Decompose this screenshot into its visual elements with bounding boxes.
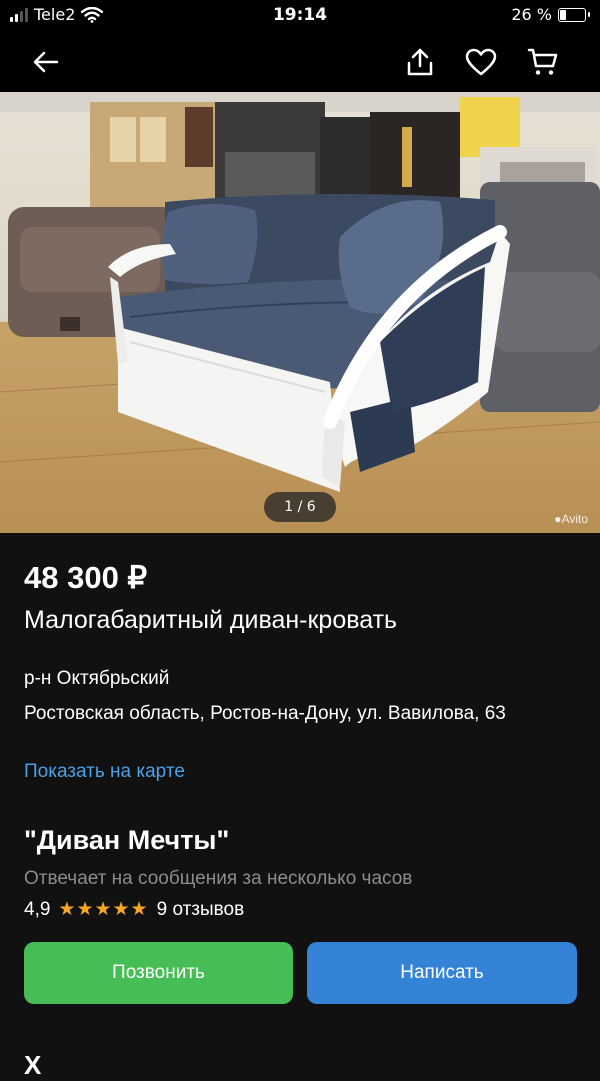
share-button[interactable]	[400, 42, 440, 82]
rating-stars-icon: ★★★★★	[58, 899, 149, 920]
watermark-dot-icon: ●	[554, 512, 562, 526]
status-time: 19:14	[272, 5, 328, 25]
arrow-left-icon	[33, 51, 59, 73]
status-right: 26 %	[511, 5, 590, 24]
share-icon	[407, 48, 433, 76]
seller-response-time: Отвечает на сообщения за несколько часов	[24, 868, 413, 889]
avito-watermark: ●Avito	[554, 512, 588, 526]
favorite-button[interactable]	[461, 42, 501, 82]
top-nav	[0, 34, 600, 92]
listing-address: Ростовская область, Ростов-на-Дону, ул. …	[24, 703, 506, 724]
cart-icon	[527, 48, 558, 75]
listing-photo[interactable]	[0, 92, 600, 533]
watermark-text: Avito	[561, 512, 588, 526]
reviews-count: 9 отзывов	[156, 898, 245, 920]
photo-counter: 1 / 6	[264, 492, 336, 522]
sofa-photo-illustration	[0, 92, 600, 533]
listing-district: р-н Октябрьский	[24, 668, 170, 689]
heart-icon	[465, 48, 497, 76]
rating-value: 4,9	[24, 898, 51, 920]
cart-button[interactable]	[523, 42, 563, 82]
back-button[interactable]	[26, 42, 66, 82]
seller-rating[interactable]: 4,9 ★★★★★ 9 отзывов	[24, 898, 244, 921]
listing-price: 48 300 ₽	[24, 560, 148, 595]
listing-title: Малогабаритный диван-кровать	[24, 606, 398, 634]
seller-name[interactable]: "Диван Мечты"	[24, 825, 229, 856]
write-button[interactable]: Написать	[307, 942, 577, 1004]
status-bar: Tele2 19:14 26 %	[0, 0, 600, 34]
battery-percent: 26 %	[511, 5, 552, 24]
call-button[interactable]: Позвонить	[24, 942, 293, 1004]
battery-icon	[558, 7, 590, 22]
show-on-map-link[interactable]: Показать на карте	[24, 761, 185, 783]
